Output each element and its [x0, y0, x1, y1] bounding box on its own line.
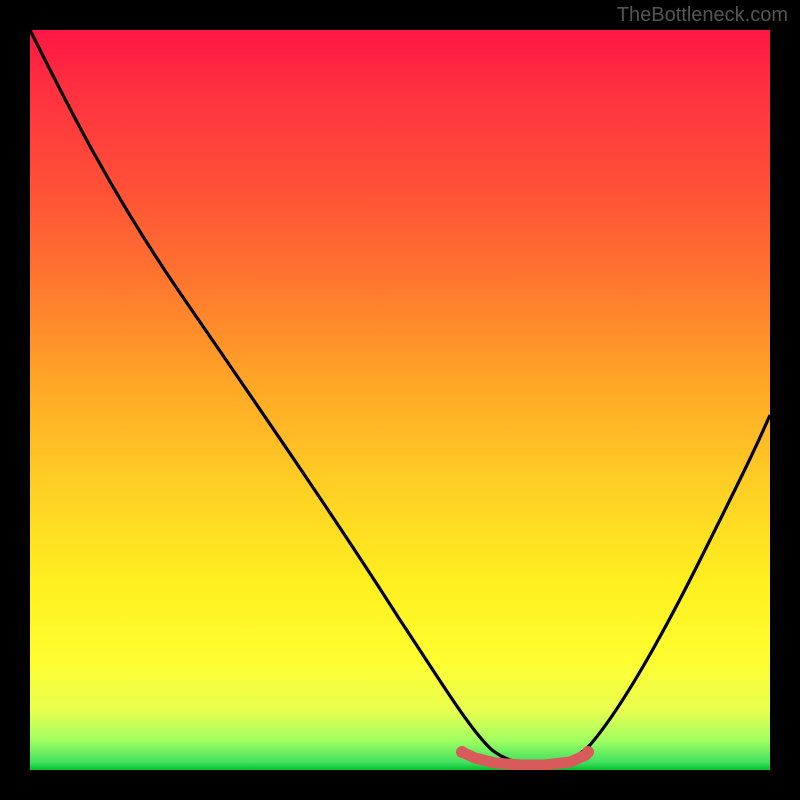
bottleneck-curve [30, 30, 770, 765]
plot-area [30, 30, 770, 770]
highlight-dot-start [456, 746, 468, 758]
watermark-text: TheBottleneck.com [617, 4, 788, 27]
chart-svg [30, 30, 770, 770]
highlight-band [462, 752, 586, 765]
highlight-dot-end [582, 746, 594, 758]
